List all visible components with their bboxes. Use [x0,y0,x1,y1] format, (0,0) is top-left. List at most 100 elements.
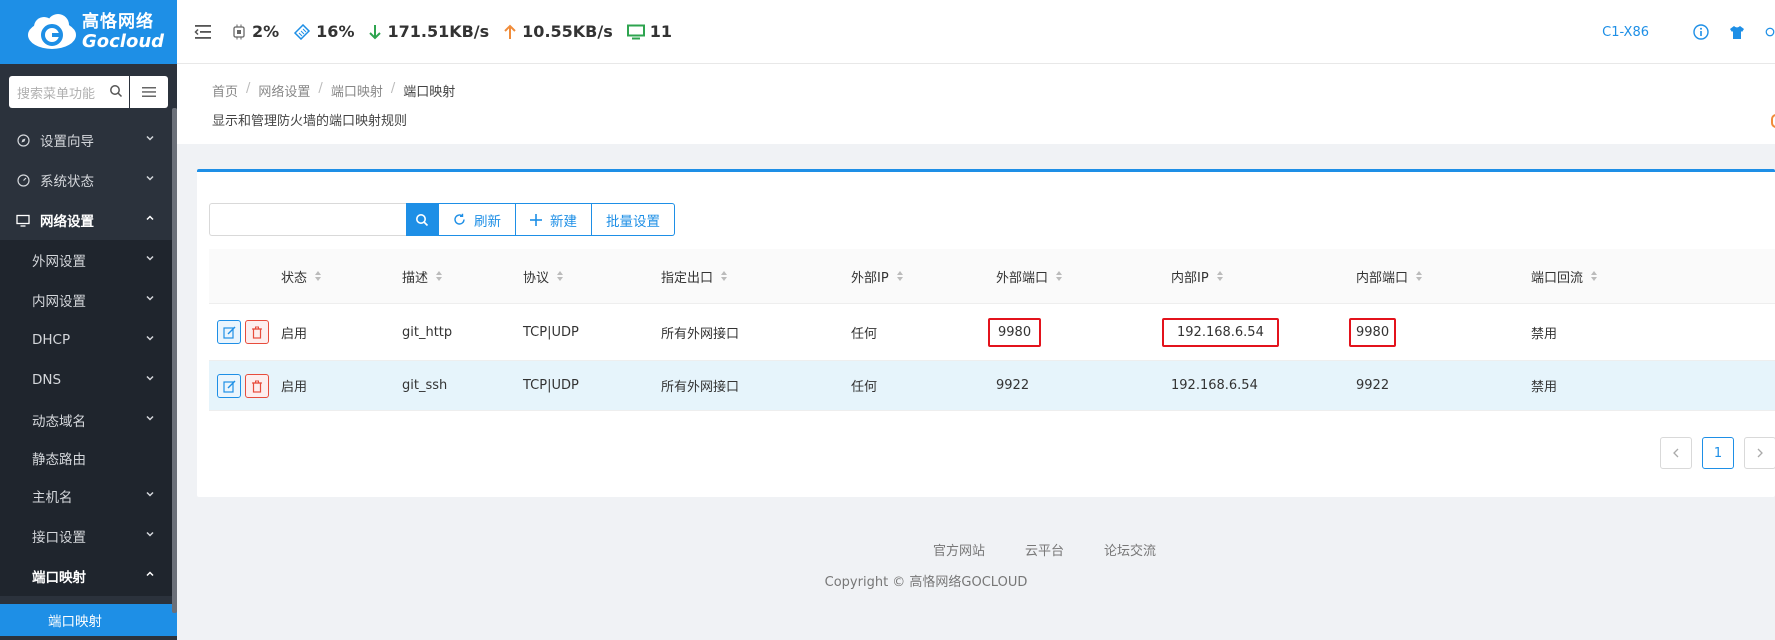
port-mapping-table: 状态 描述 协议 指定出口 外部IP 外部端口 内部IP 内部端口 端口回流 启… [209,249,1775,411]
memory-stat: 16% [293,22,354,41]
col-header-ext-port[interactable]: 外部端口 [996,267,1063,286]
sidebar-item-interface[interactable]: 接口设置 [0,516,177,556]
delete-button[interactable] [245,374,269,398]
menu-item-network-settings[interactable]: 网络设置 [0,200,177,240]
sidebar-item-wan[interactable]: 外网设置 [0,240,177,280]
menu-search-input[interactable]: 搜索菜单功能 [9,76,129,108]
prev-page-button[interactable] [1660,437,1692,469]
chevron-down-icon [146,415,154,421]
search-button[interactable] [406,203,438,236]
col-header-label: 端口回流 [1531,270,1584,286]
menu-item-setup-wizard[interactable]: 设置向导 [0,120,177,160]
menu-item-label: 网络设置 [40,214,94,230]
sidebar-item-static-route[interactable]: 静态路由 [0,440,177,476]
sort-icon[interactable] [1216,271,1223,281]
sidebar-item-hostname[interactable]: 主机名 [0,476,177,516]
brand-logo[interactable]: 高恪网络 Gocloud [0,0,177,64]
footer-link-cloud-platform[interactable]: 云平台 [1025,540,1064,559]
chevron-right-icon [1757,448,1763,458]
breadcrumb: 首页 / 网络设置 / 端口映射 / 端口映射 [212,81,1775,100]
new-button[interactable]: 新建 [516,203,592,236]
sort-icon[interactable] [315,271,322,281]
menu-list-button[interactable] [130,76,168,108]
sort-icon[interactable] [1591,271,1598,281]
menu-item-system-status[interactable]: 系统状态 [0,160,177,200]
info-icon[interactable] [1693,24,1709,40]
breadcrumb-separator: / [318,81,323,96]
breadcrumb-home[interactable]: 首页 [212,81,238,100]
search-icon [110,85,123,98]
col-header-ext-ip[interactable]: 外部IP [851,267,903,286]
table-toolbar: 刷新 新建 批量设置 [209,203,675,236]
device-model[interactable]: C1-X86 [1602,25,1649,40]
cpu-value: 2% [252,22,280,41]
breadcrumb-network-settings[interactable]: 网络设置 [258,81,310,100]
sort-icon[interactable] [557,271,564,281]
breadcrumb-separator: / [246,81,251,96]
col-header-label: 内部IP [1171,270,1209,286]
cpu-stat: 2% [231,22,279,41]
page-button-current[interactable]: 1 [1702,437,1734,469]
col-header-protocol[interactable]: 协议 [523,267,564,286]
cell-outlet: 所有外网接口 [661,326,740,342]
chevron-down-icon [146,335,154,341]
col-header-label: 描述 [402,270,429,286]
cell-status: 启用 [281,380,308,395]
footer-link-forum[interactable]: 论坛交流 [1104,540,1156,559]
footer-links: 官方网站 云平台 论坛交流 [933,540,1775,559]
footer-link-official-site[interactable]: 官方网站 [933,540,985,559]
batch-settings-button[interactable]: 批量设置 [592,203,675,236]
col-header-loopback[interactable]: 端口回流 [1531,267,1598,286]
top-right-tools: C1-X86 [1602,0,1775,64]
sidebar-item-dhcp[interactable]: DHCP [0,320,177,360]
collapse-menu-icon[interactable] [193,22,213,42]
sidebar: 高恪网络 Gocloud 搜索菜单功能 设置向导 系统状态 网络设置 外网设置 … [0,0,177,640]
table-header: 状态 描述 协议 指定出口 外部IP 外部端口 内部IP 内部端口 端口回流 [209,249,1775,304]
menu-search-bar: 搜索菜单功能 [0,64,177,120]
col-header-status[interactable]: 状态 [281,267,322,286]
help-bubble-icon[interactable] [1771,114,1775,128]
sort-icon[interactable] [896,271,903,281]
col-header-int-ip[interactable]: 内部IP [1171,267,1223,286]
sort-icon[interactable] [1056,271,1063,281]
table-search-input[interactable] [209,203,406,236]
sidebar-item-dns[interactable]: DNS [0,360,177,400]
delete-button[interactable] [245,320,269,344]
settings-icon[interactable] [1765,24,1775,40]
sidebar-leaf-port-mapping[interactable]: 端口映射 [0,604,177,636]
chevron-left-icon [1673,448,1679,458]
sort-icon[interactable] [721,271,728,281]
pagination: 1 [1660,437,1775,469]
col-header-outlet[interactable]: 指定出口 [661,267,728,286]
submenu-label: 外网设置 [32,254,86,270]
cell-loopback: 禁用 [1531,326,1558,342]
cell-outlet: 所有外网接口 [661,380,740,395]
refresh-button[interactable]: 刷新 [438,203,516,236]
sort-icon[interactable] [436,271,443,281]
sidebar-item-lan[interactable]: 内网设置 [0,280,177,320]
sort-icon[interactable] [1416,271,1423,281]
edit-button[interactable] [217,320,241,344]
sidebar-scrollbar[interactable] [172,108,177,613]
table-row[interactable]: 启用 git_http TCP|UDP 所有外网接口 任何 9980 192.1… [209,304,1775,361]
breadcrumb-separator: / [390,81,396,96]
menu-item-label: 系统状态 [40,174,94,190]
sidebar-item-ddns[interactable]: 动态域名 [0,400,177,440]
submenu-label: 动态域名 [32,414,86,430]
theme-shirt-icon[interactable] [1729,25,1745,40]
list-icon [142,87,156,97]
table-row[interactable]: 启用 git_ssh TCP|UDP 所有外网接口 任何 9922 192.16… [209,361,1775,411]
refresh-icon [453,213,466,226]
col-header-desc[interactable]: 描述 [402,267,443,286]
cell-loopback: 禁用 [1531,380,1558,395]
edit-button[interactable] [217,374,241,398]
cell-protocol: TCP|UDP [523,324,579,340]
computer-icon [626,24,645,40]
next-page-button[interactable] [1744,437,1775,469]
col-header-label: 指定出口 [661,270,714,286]
monitor-icon [16,213,30,227]
devices-stat: 11 [626,22,672,41]
submenu-label: 静态路由 [32,452,86,468]
col-header-int-port[interactable]: 内部端口 [1356,267,1423,286]
breadcrumb-port-mapping-group[interactable]: 端口映射 [331,81,383,100]
